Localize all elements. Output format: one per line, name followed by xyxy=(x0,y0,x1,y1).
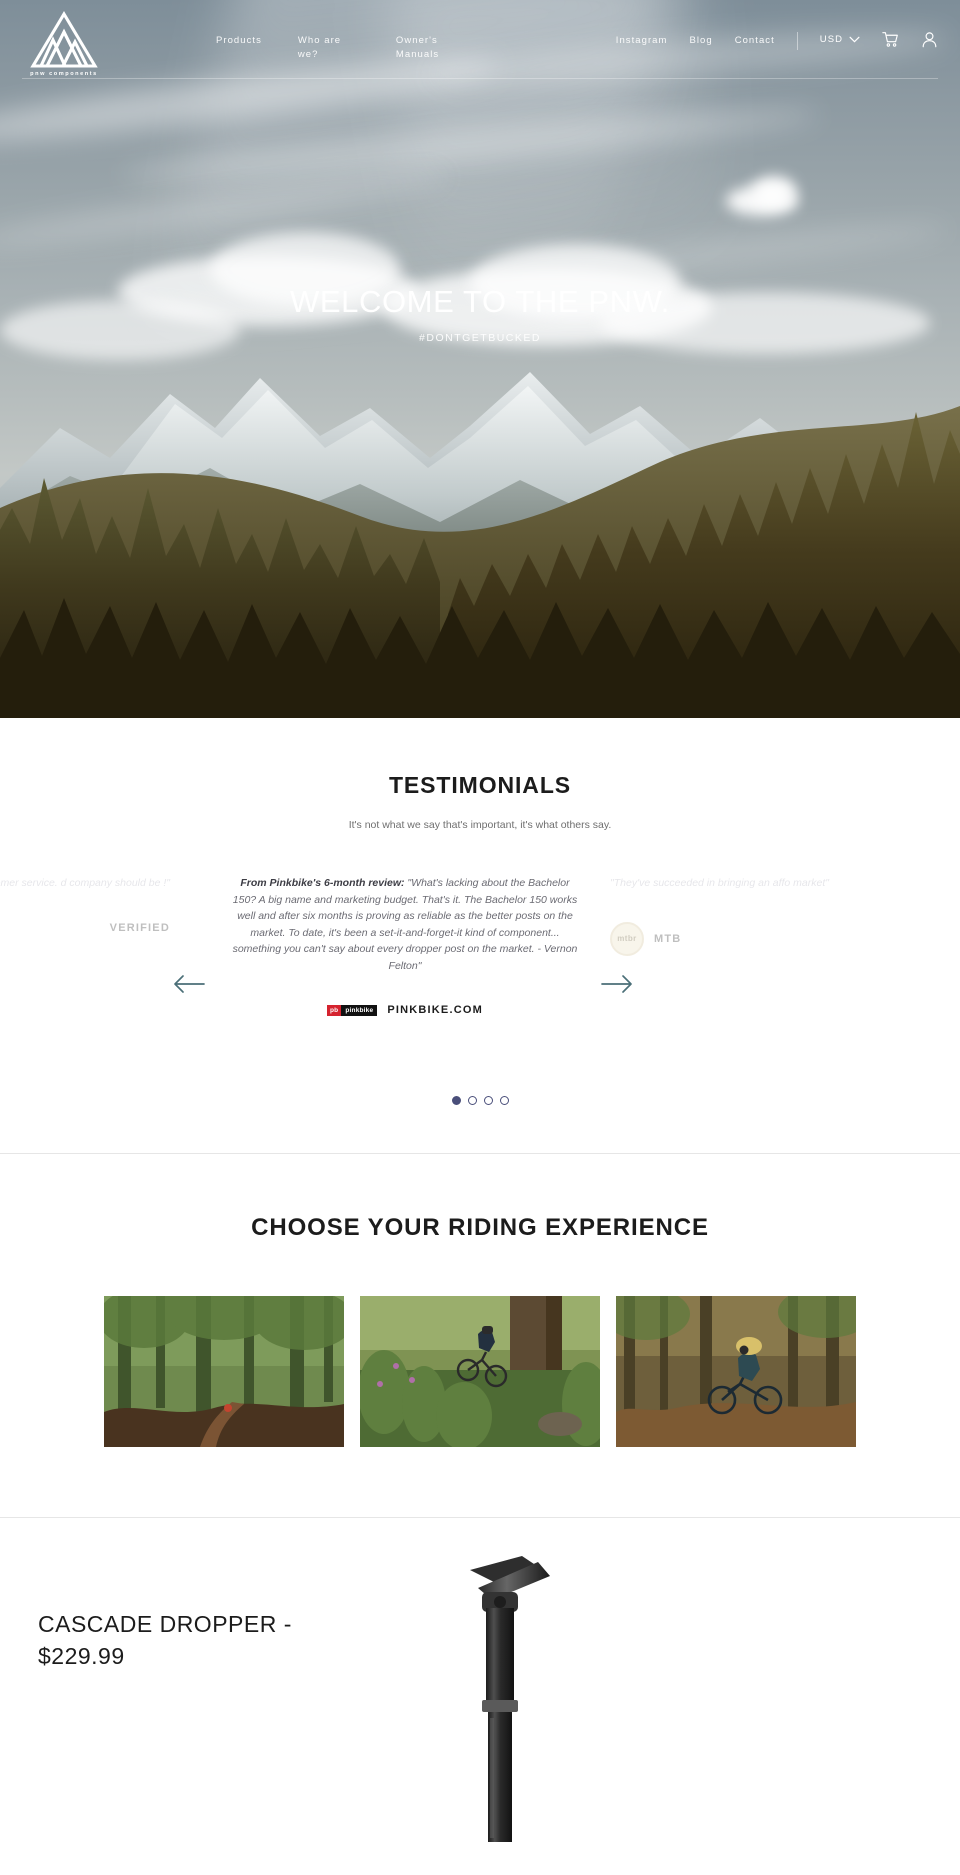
mtbr-badge-icon: mtbr xyxy=(610,921,644,956)
testimonial-lead: From Pinkbike's 6-month review: xyxy=(240,877,405,889)
testimonials-subheading: It's not what we say that's important, i… xyxy=(348,819,612,831)
riding-card-rider-descending[interactable] xyxy=(360,1296,600,1447)
riding-card-forest-trail[interactable] xyxy=(104,1296,344,1447)
testimonial-source-name: VERIFIED xyxy=(109,921,170,934)
product-title: CASCADE DROPPER - $229.99 xyxy=(38,1611,292,1669)
site-logo[interactable]: pnw components xyxy=(22,10,106,77)
nav-separator xyxy=(796,32,798,50)
logo-wordmark: pnw components xyxy=(30,71,98,77)
rider-descending-image xyxy=(360,1296,600,1447)
nav-center-links: Products Who are we? Owner's Manuals xyxy=(106,8,616,62)
carousel-dots xyxy=(0,1096,960,1105)
user-account-icon[interactable] xyxy=(921,31,938,48)
testimonials-section: TESTIMONIALS It's not what we say that's… xyxy=(0,718,960,1154)
hero-copy: WELCOME TO THE PNW. #DONTGETBUCKED xyxy=(0,283,960,344)
rider-in-woods-image xyxy=(616,1296,856,1447)
nav-link-products[interactable]: Products xyxy=(216,34,262,48)
riding-heading: CHOOSE YOUR RIDING EXPERIENCE xyxy=(251,1214,709,1241)
carousel-dot-2[interactable] xyxy=(467,1096,477,1105)
carousel-prev-arrow-icon[interactable] xyxy=(172,973,206,995)
nav-divider xyxy=(22,78,938,79)
nav-link-blog[interactable]: Blog xyxy=(689,34,712,48)
testimonial-slide-active[interactable]: From Pinkbike's 6-month review: "What's … xyxy=(230,875,580,1016)
pinkbike-logo-mark: pb xyxy=(327,1004,342,1016)
testimonial-carousel: d quality. Superb customer service. d co… xyxy=(0,875,960,1080)
testimonial-quote: "They've succeeded in bringing an affo m… xyxy=(610,877,829,889)
carousel-dot-3[interactable] xyxy=(483,1096,493,1105)
currency-selector[interactable]: USD xyxy=(820,34,860,45)
nav-right-group: Instagram Blog Contact USD xyxy=(616,8,938,50)
testimonials-heading: TESTIMONIALS xyxy=(388,772,572,798)
riding-card-rider-in-woods[interactable] xyxy=(616,1296,856,1447)
carousel-dot-1[interactable] xyxy=(451,1096,461,1105)
hero-title: WELCOME TO THE PNW. xyxy=(289,284,670,319)
cloud-puff xyxy=(752,176,796,206)
main-navigation: pnw components Products Who are we? Owne… xyxy=(0,0,960,79)
testimonial-body: "What's lacking about the Bachelor 150? … xyxy=(232,877,578,972)
shopping-cart-icon[interactable] xyxy=(882,31,899,48)
pinkbike-logo-word: pinkbike xyxy=(341,1004,378,1016)
pinkbike-logo-icon: pb pinkbike xyxy=(327,1004,378,1016)
currency-value: USD xyxy=(819,34,843,45)
dropper-seatpost-image xyxy=(470,1556,550,1842)
testimonial-quote: From Pinkbike's 6-month review: "What's … xyxy=(230,875,580,974)
testimonial-slide-next[interactable]: "They've succeeded in bringing an affo m… xyxy=(610,875,960,956)
riding-cards xyxy=(0,1296,960,1447)
mountain-logo-icon xyxy=(30,10,98,68)
testimonial-attribution: pb pinkbike PINKBIKE.COM xyxy=(230,1004,580,1016)
nav-link-contact[interactable]: Contact xyxy=(735,34,775,48)
nav-link-owners-manuals[interactable]: Owner's Manuals xyxy=(396,34,458,62)
forest-foreground xyxy=(0,406,960,718)
nav-link-who-are-we[interactable]: Who are we? xyxy=(298,34,360,62)
hero-section: pnw components Products Who are we? Owne… xyxy=(0,0,960,718)
testimonial-attribution: mtbr MTB xyxy=(610,921,960,956)
testimonial-quote: d quality. Superb customer service. d co… xyxy=(0,877,170,889)
product-feature-section: CASCADE DROPPER - $229.99 xyxy=(0,1518,960,1848)
riding-experience-section: CHOOSE YOUR RIDING EXPERIENCE xyxy=(0,1154,960,1518)
carousel-next-arrow-icon[interactable] xyxy=(600,973,634,995)
forest-trail-image xyxy=(104,1296,344,1447)
carousel-dot-4[interactable] xyxy=(499,1096,509,1105)
testimonial-source-name: PINKBIKE.COM xyxy=(387,1004,483,1016)
testimonial-source-name: MTB xyxy=(654,932,682,945)
nav-link-instagram[interactable]: Instagram xyxy=(616,34,668,48)
testimonial-slide-previous[interactable]: d quality. Superb customer service. d co… xyxy=(0,875,170,934)
hero-subtitle: #DONTGETBUCKED xyxy=(419,332,541,345)
chevron-down-icon xyxy=(849,36,860,43)
testimonial-attribution: VERIFIED xyxy=(0,922,170,934)
